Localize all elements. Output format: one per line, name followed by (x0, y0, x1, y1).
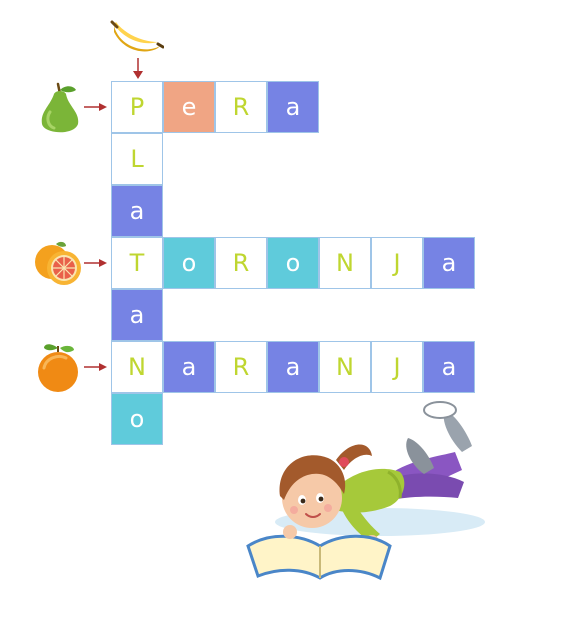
cell-toronja-6: J (371, 237, 423, 289)
cell-platano-2: L (111, 133, 163, 185)
down-arrow-icon (133, 58, 143, 79)
cell-toronja-5: N (319, 237, 371, 289)
orange-icon (38, 344, 78, 392)
right-arrow-icon (84, 363, 107, 371)
cell-pera-2: e (163, 81, 215, 133)
cell-toronja-2: o (163, 237, 215, 289)
cell-pera-3: R (215, 81, 267, 133)
cell-pera-1: P (111, 81, 163, 133)
cell-naranja-2: a (163, 341, 215, 393)
cell-toronja-1: T (111, 237, 163, 289)
cell-toronja-7: a (423, 237, 475, 289)
cell-naranja-1: N (111, 341, 163, 393)
banana-icon (110, 20, 164, 52)
cell-naranja-4: a (267, 341, 319, 393)
cell-platano-7: o (111, 393, 163, 445)
cell-naranja-7: a (423, 341, 475, 393)
cell-naranja-3: R (215, 341, 267, 393)
cell-toronja-3: R (215, 237, 267, 289)
cell-toronja-4: o (267, 237, 319, 289)
cell-platano-5: a (111, 289, 163, 341)
girl-reading-illustration (246, 401, 485, 581)
cell-platano-3: a (111, 185, 163, 237)
pear-icon (41, 82, 79, 133)
cell-naranja-5: N (319, 341, 371, 393)
right-arrow-icon (84, 259, 107, 267)
cell-naranja-6: J (371, 341, 423, 393)
grapefruit-icon (35, 241, 81, 285)
cell-pera-4: a (267, 81, 319, 133)
right-arrow-icon (84, 103, 107, 111)
